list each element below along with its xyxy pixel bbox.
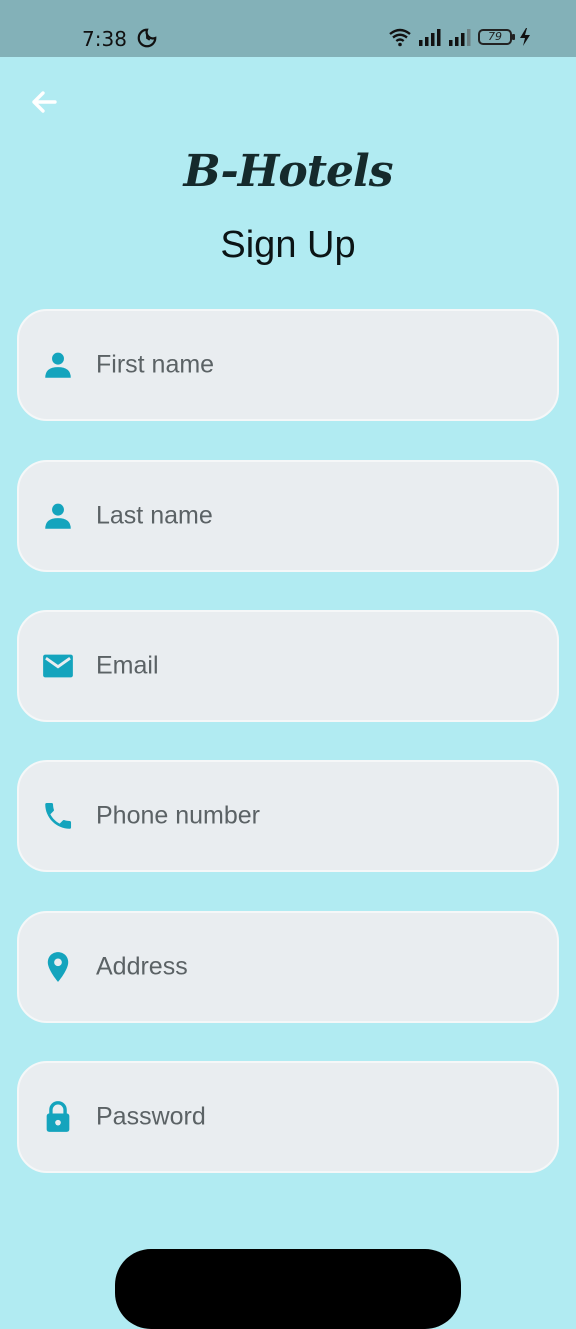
mail-icon bbox=[43, 654, 73, 678]
address-field[interactable]: Address bbox=[17, 911, 559, 1023]
status-indicators: 79 bbox=[388, 27, 532, 47]
charging-bolt-icon bbox=[520, 28, 530, 46]
phone-icon bbox=[45, 802, 72, 829]
signal-icon-1 bbox=[419, 29, 441, 46]
first-name-field[interactable]: First name bbox=[17, 309, 559, 421]
location-pin-icon bbox=[47, 952, 69, 982]
status-time: 7:38 bbox=[82, 27, 127, 51]
brand-logo-text: B-Hotels bbox=[183, 146, 394, 197]
phone-placeholder: Phone number bbox=[96, 801, 261, 830]
signal-icon-2 bbox=[449, 29, 471, 46]
page-title: Sign Up bbox=[220, 224, 356, 266]
address-placeholder: Address bbox=[96, 952, 188, 981]
password-field[interactable]: Password bbox=[17, 1061, 559, 1173]
do-not-disturb-moon-icon bbox=[137, 28, 157, 48]
last-name-field[interactable]: Last name bbox=[17, 460, 559, 572]
person-icon bbox=[45, 503, 71, 529]
last-name-placeholder: Last name bbox=[96, 501, 213, 530]
wifi-icon bbox=[389, 28, 411, 47]
sign-up-submit-button[interactable] bbox=[115, 1249, 461, 1329]
email-field[interactable]: Email bbox=[17, 610, 559, 722]
password-placeholder: Password bbox=[96, 1102, 206, 1131]
status-bar: 7:38 79 bbox=[0, 0, 576, 57]
back-arrow-icon[interactable] bbox=[28, 86, 60, 118]
first-name-placeholder: First name bbox=[96, 350, 215, 379]
lock-icon bbox=[46, 1101, 70, 1132]
email-placeholder: Email bbox=[96, 651, 159, 680]
phone-field[interactable]: Phone number bbox=[17, 760, 559, 872]
person-icon bbox=[45, 352, 71, 378]
battery-indicator: 79 bbox=[478, 29, 515, 45]
